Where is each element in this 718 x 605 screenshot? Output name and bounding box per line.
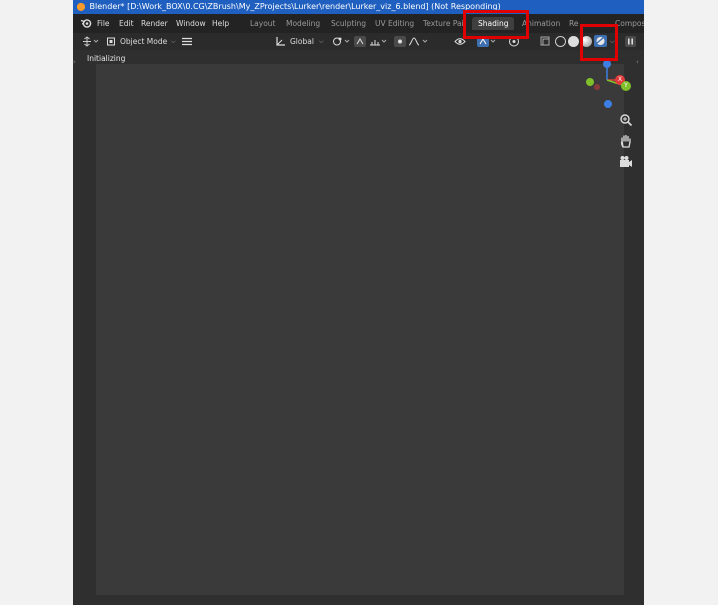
gizmo-neg-y-axis[interactable]	[586, 78, 594, 86]
zoom-icon[interactable]	[619, 113, 633, 127]
sidebar-expand-icon[interactable]: ‹	[636, 58, 639, 66]
menu-window[interactable]: Window	[176, 19, 206, 28]
hamburger-menu-icon[interactable]	[182, 36, 192, 47]
material-preview-icon[interactable]	[581, 36, 592, 47]
rendered-shading-icon[interactable]	[594, 35, 607, 47]
object-mode-dropdown[interactable]: Object Mode	[120, 36, 167, 47]
transform-orientation-icon	[275, 36, 287, 47]
render-status: Initializing	[87, 54, 126, 63]
tab-rendering[interactable]: Re	[563, 17, 585, 30]
chevron-down-icon[interactable]: ⌵	[319, 36, 324, 47]
chevron-down-icon[interactable]: ⌵	[171, 36, 176, 47]
tab-texture-paint[interactable]: Texture Pai	[417, 17, 470, 30]
tab-compositing[interactable]: Compos	[609, 17, 644, 30]
falloff-curve-icon[interactable]	[408, 36, 430, 47]
tab-shading[interactable]: Shading	[472, 17, 515, 30]
tab-sculpting[interactable]: Sculpting	[325, 17, 372, 30]
pause-icon[interactable]	[625, 36, 636, 47]
window-title: Blender* [D:\Work_BOX\0.CG\ZBrush\My_ZPr…	[89, 2, 501, 11]
menu-edit[interactable]: Edit	[119, 19, 134, 28]
blender-menu-icon[interactable]	[80, 17, 92, 29]
overlays-icon[interactable]	[508, 36, 520, 47]
menu-file[interactable]: File	[97, 19, 110, 28]
pivot-point-icon[interactable]	[332, 36, 352, 47]
gizmo-z-axis[interactable]	[603, 60, 611, 68]
visibility-icon[interactable]	[454, 36, 468, 47]
camera-view-icon[interactable]	[619, 155, 633, 169]
blender-logo-icon: ⬤	[76, 2, 86, 11]
title-bar: ⬤ Blender* [D:\Work_BOX\0.CG\ZBrush\My_Z…	[73, 0, 644, 14]
snap-toggle-icon[interactable]	[354, 36, 366, 47]
navigation-gizmo[interactable]: X Y	[581, 58, 633, 114]
gizmo-neg-x-axis[interactable]	[594, 84, 600, 90]
xray-toggle-icon[interactable]	[539, 36, 551, 47]
blender-window: ⬤ Blender* [D:\Work_BOX\0.CG\ZBrush\My_Z…	[73, 0, 644, 605]
menu-bar: File Edit Render Window Help Layout Mode…	[73, 14, 644, 33]
proportional-editing-icon[interactable]	[394, 36, 406, 47]
menu-render[interactable]: Render	[141, 19, 168, 28]
render-area	[96, 64, 624, 595]
orientation-dropdown[interactable]: Global	[290, 36, 314, 47]
wireframe-shading-icon[interactable]	[555, 36, 566, 47]
editor-type-icon[interactable]	[81, 36, 99, 47]
gizmo-y-axis[interactable]: Y	[621, 81, 631, 91]
solid-shading-icon[interactable]	[568, 36, 579, 47]
tab-layout[interactable]: Layout	[244, 17, 282, 30]
object-mode-icon	[106, 36, 116, 47]
gizmo-neg-z-axis[interactable]	[604, 100, 612, 108]
chevron-down-icon[interactable]: ⌵	[610, 36, 615, 47]
toolbar-expand-icon[interactable]: ›	[73, 58, 76, 66]
gizmo-toggle-icon[interactable]	[477, 36, 497, 47]
menu-help[interactable]: Help	[212, 19, 229, 28]
pan-hand-icon[interactable]	[619, 134, 633, 148]
tab-animation[interactable]: Animation	[516, 17, 566, 30]
tab-modeling[interactable]: Modeling	[280, 17, 326, 30]
3d-viewport[interactable]: › ‹ Initializing X Y	[73, 50, 644, 605]
snap-increment-icon[interactable]	[369, 36, 389, 47]
viewport-header: Object Mode ⌵ Global ⌵ ⌵	[73, 33, 644, 50]
tab-uv-editing[interactable]: UV Editing	[369, 17, 420, 30]
